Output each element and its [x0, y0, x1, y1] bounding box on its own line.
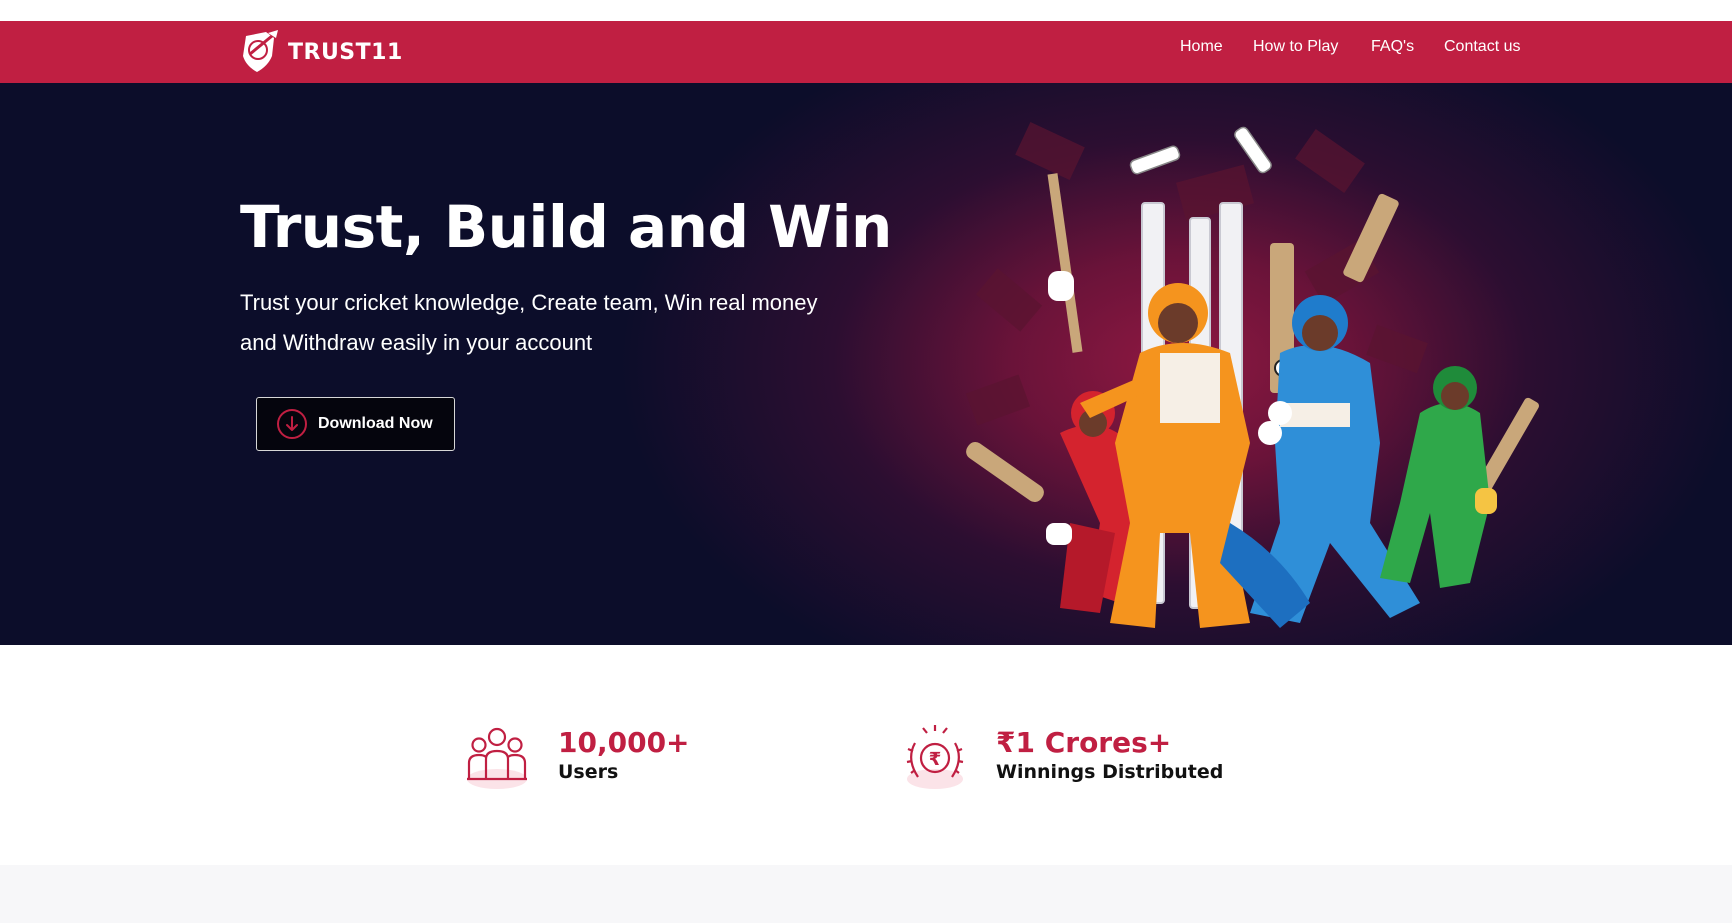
download-now-button[interactable]: Download Now: [256, 397, 455, 451]
stat-winnings: ₹ ₹1 Crores+ Winnings Distributed: [900, 723, 1223, 793]
download-now-label: Download Now: [318, 415, 433, 432]
top-strip: [0, 0, 1732, 21]
nav-faqs[interactable]: FAQ's: [1371, 38, 1414, 56]
hero-section: Trust, Build and Win Trust your cricket …: [0, 83, 1732, 645]
logo[interactable]: TRUST11: [238, 27, 403, 77]
stat-users: 10,000+ Users: [462, 723, 690, 793]
navbar: TRUST11 Home How to Play FAQ's Contact u…: [0, 21, 1732, 83]
stats-section: 10,000+ Users ₹ ₹1 Crores+ Winnings Dist…: [0, 645, 1732, 865]
next-section-band: [0, 865, 1732, 923]
hero-subtitle: Trust your cricket knowledge, Create tea…: [240, 290, 818, 355]
shield-logo-icon: [243, 30, 278, 72]
users-group-icon: [467, 727, 527, 789]
nav-contact-us[interactable]: Contact us: [1444, 38, 1520, 56]
arrow-down-circle-icon: [277, 409, 307, 439]
svg-text:₹: ₹: [929, 749, 942, 770]
stat-users-value: 10,000+: [558, 726, 690, 759]
stat-winnings-value: ₹1 Crores+: [996, 726, 1172, 759]
cricket-players-illustration: [965, 122, 1539, 628]
stat-winnings-label: Winnings Distributed: [996, 761, 1224, 783]
stat-users-label: Users: [558, 761, 619, 783]
rupee-laurel-icon: ₹: [906, 725, 964, 789]
logo-text: TRUST11: [288, 39, 403, 65]
hero-title: Trust, Build and Win: [240, 193, 892, 261]
nav-home[interactable]: Home: [1180, 38, 1223, 56]
nav-how-to-play[interactable]: How to Play: [1253, 38, 1338, 56]
